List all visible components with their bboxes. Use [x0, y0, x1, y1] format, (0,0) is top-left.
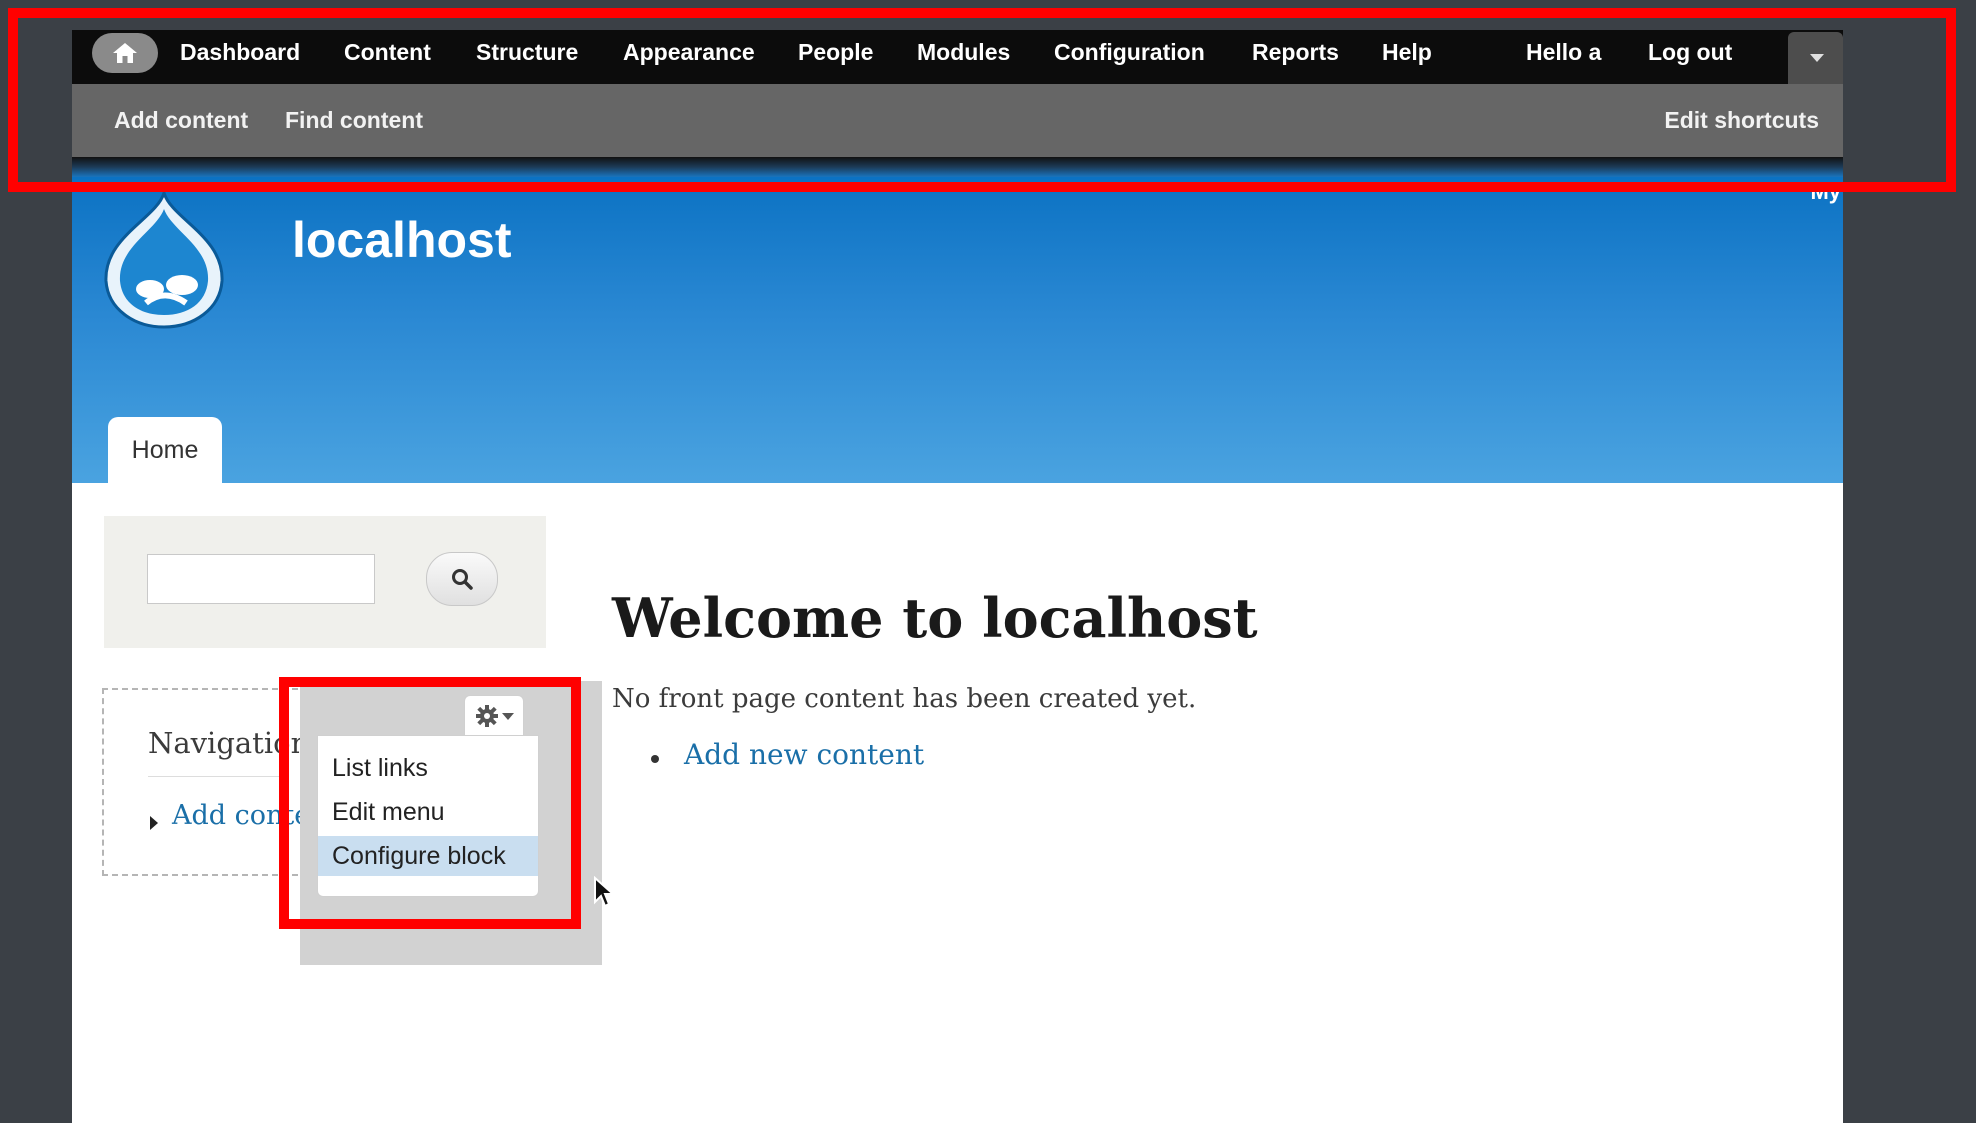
search-input[interactable]	[147, 554, 375, 604]
user-greeting-link[interactable]: Hello a	[1526, 30, 1601, 74]
drupal-logo-icon[interactable]	[102, 189, 226, 329]
toolbar-item-content[interactable]: Content	[344, 30, 431, 74]
contextual-item-edit-menu[interactable]: Edit menu	[318, 792, 538, 832]
page-title: Welcome to localhost	[612, 586, 1258, 651]
toolbar-item-people[interactable]: People	[798, 30, 873, 74]
my-account-link[interactable]: My	[1810, 179, 1841, 205]
search-block	[104, 516, 546, 648]
shortcut-add-content[interactable]: Add content	[114, 84, 248, 157]
list-bullet	[651, 755, 659, 763]
add-new-content-link[interactable]: Add new content	[684, 738, 924, 771]
chevron-down-icon	[1810, 54, 1824, 62]
search-button[interactable]	[426, 552, 498, 606]
navigation-block-title: Navigation	[148, 726, 310, 760]
tab-home[interactable]: Home	[108, 417, 222, 483]
menu-collapsed-arrow-icon	[150, 816, 158, 830]
toolbar-item-reports[interactable]: Reports	[1252, 30, 1339, 74]
contextual-item-list-links[interactable]: List links	[318, 748, 538, 788]
shortcuts-bar: Add content Find content Edit shortcuts	[72, 84, 1843, 157]
admin-toolbar: Dashboard Content Structure Appearance P…	[72, 30, 1843, 84]
edit-shortcuts-link[interactable]: Edit shortcuts	[1664, 84, 1819, 157]
home-button[interactable]	[92, 33, 158, 73]
browser-viewport: Dashboard Content Structure Appearance P…	[72, 30, 1843, 1123]
toolbar-item-help[interactable]: Help	[1382, 30, 1432, 74]
toolbar-item-dashboard[interactable]: Dashboard	[180, 30, 300, 74]
contextual-item-configure-block[interactable]: Configure block	[318, 836, 538, 876]
site-header: localhost My Home	[72, 177, 1843, 483]
home-icon	[113, 43, 137, 63]
shortcut-find-content[interactable]: Find content	[285, 84, 423, 157]
logout-link[interactable]: Log out	[1648, 30, 1732, 74]
mouse-cursor-icon	[594, 876, 615, 908]
toolbar-divider	[72, 157, 1843, 177]
toolbar-item-configuration[interactable]: Configuration	[1054, 30, 1205, 74]
contextual-links-trigger[interactable]	[464, 695, 524, 736]
contextual-links-menu: List links Edit menu Configure block	[317, 735, 539, 897]
chevron-down-icon	[501, 713, 514, 720]
gear-icon	[475, 705, 498, 727]
toolbar-item-structure[interactable]: Structure	[476, 30, 578, 74]
toolbar-item-modules[interactable]: Modules	[917, 30, 1010, 74]
divider	[148, 776, 288, 777]
site-name-link[interactable]: localhost	[292, 211, 511, 269]
search-icon	[452, 569, 473, 590]
empty-front-page-message: No front page content has been created y…	[612, 684, 1197, 714]
toolbar-item-appearance[interactable]: Appearance	[623, 30, 755, 74]
shortcuts-toggle-button[interactable]	[1788, 32, 1843, 84]
